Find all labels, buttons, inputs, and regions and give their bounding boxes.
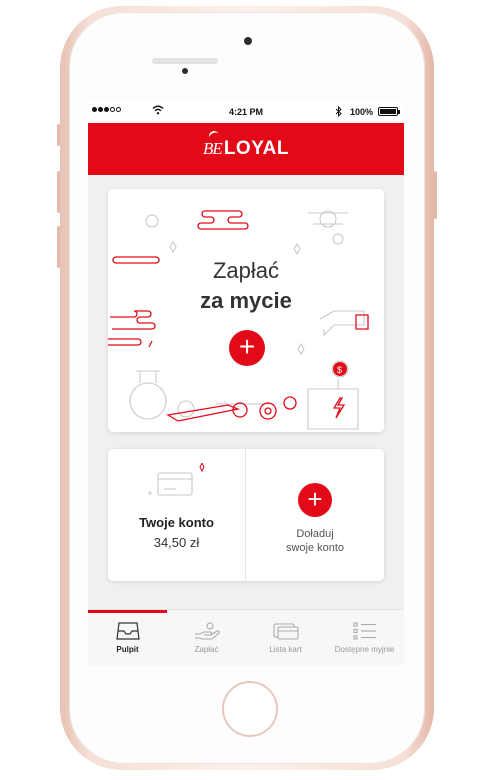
account-card: Twoje konto 34,50 zł + Doładuj swoje kon…: [108, 449, 384, 581]
card-divider: [245, 449, 246, 581]
logo-be: BE: [203, 139, 223, 158]
topup-label[interactable]: Doładuj swoje konto: [246, 527, 384, 555]
list-icon: [352, 622, 376, 640]
volume-down-button: [57, 226, 60, 268]
tab-dostepne-myjnie[interactable]: Dostępne myjnie: [325, 613, 404, 665]
earpiece: [152, 58, 218, 64]
front-camera: [244, 37, 252, 45]
proximity-sensor: [182, 68, 188, 74]
tab-label: Pulpit: [116, 645, 139, 654]
topup-label-line2: swoje konto: [285, 542, 345, 554]
battery-percent: 100%: [350, 107, 374, 117]
app-header: BE LOYAL: [88, 123, 404, 175]
topup-label-line1: Doładuj: [296, 528, 334, 540]
dashboard-icon: [115, 622, 140, 640]
power-button: [434, 171, 437, 219]
credit-card-icon: [148, 463, 205, 496]
tab-label: Zapłać: [194, 645, 219, 654]
mute-switch: [57, 124, 60, 146]
pay-card-title: Zapłać: [212, 258, 280, 283]
svg-text:$: $: [337, 365, 342, 375]
pay-card-subtitle: za mycie: [200, 288, 292, 313]
tab-label: Lista kart: [269, 645, 302, 654]
bluetooth-icon: [335, 106, 342, 117]
tab-lista-kart[interactable]: Lista kart: [246, 613, 325, 665]
volume-up-button: [57, 171, 60, 213]
pay-hand-icon: [194, 622, 220, 640]
tab-pulpit[interactable]: Pulpit: [88, 613, 167, 665]
cards-icon: [272, 623, 299, 640]
logo-loyal: LOYAL: [223, 138, 289, 159]
tab-bar: Pulpit Zapłać Lista kart Dostępne myjnie: [88, 609, 404, 665]
battery-icon: [378, 107, 400, 116]
pay-for-wash-card[interactable]: $ Zapłać za mycie +: [108, 189, 384, 432]
app-screen: 4:21 PM 100% BE LOYAL $ Zapłać za mycie …: [88, 101, 404, 665]
account-balance: 34,50 zł: [153, 535, 200, 550]
home-button[interactable]: [222, 681, 278, 737]
tab-label: Dostępne myjnie: [334, 645, 395, 654]
status-bar: 4:21 PM 100%: [88, 101, 404, 123]
pay-plus-button[interactable]: +: [229, 330, 265, 366]
account-title: Twoje konto: [139, 515, 214, 530]
tab-zaplac[interactable]: Zapłać: [167, 613, 246, 665]
topup-plus-button[interactable]: +: [298, 483, 332, 517]
